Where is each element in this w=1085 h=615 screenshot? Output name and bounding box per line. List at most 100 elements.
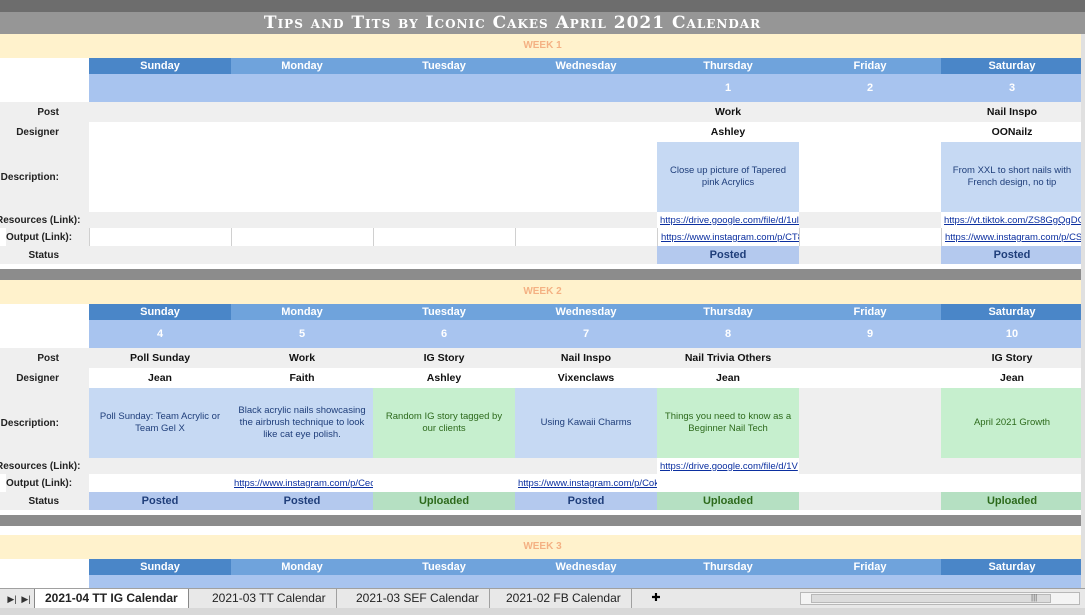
post-cell[interactable] <box>373 102 515 122</box>
post-cell[interactable]: IG Story <box>373 348 515 368</box>
output-cell[interactable] <box>373 474 515 492</box>
status-cell[interactable]: Uploaded <box>657 492 799 510</box>
date-cell[interactable] <box>941 575 1083 588</box>
status-cell[interactable] <box>231 246 373 264</box>
status-cell[interactable] <box>799 246 941 264</box>
output-cell[interactable]: https://www.instagram.com/p/Cok <box>515 474 657 492</box>
resources-cell[interactable]: https://vt.tiktok.com/ZS8GgQgDG <box>941 212 1083 228</box>
date-cell[interactable] <box>231 575 373 588</box>
output-cell[interactable] <box>799 228 941 246</box>
date-cell[interactable]: 6 <box>373 320 515 348</box>
designer-cell[interactable]: Ashley <box>373 368 515 388</box>
date-cell[interactable]: 1 <box>657 74 799 102</box>
resources-cell[interactable] <box>89 458 231 474</box>
designer-cell[interactable]: Vixenclaws <box>515 368 657 388</box>
output-cell[interactable] <box>941 474 1083 492</box>
description-cell[interactable]: From XXL to short nails with French desi… <box>941 142 1083 212</box>
post-cell[interactable] <box>515 102 657 122</box>
description-cell[interactable]: April 2021 Growth <box>941 388 1083 458</box>
output-cell[interactable] <box>799 474 941 492</box>
description-cell[interactable] <box>799 388 941 458</box>
output-cell[interactable]: https://www.instagram.com/p/Cec <box>231 474 373 492</box>
designer-cell[interactable]: OONailz <box>941 122 1083 142</box>
description-cell[interactable] <box>89 142 231 212</box>
output-cell[interactable] <box>89 474 231 492</box>
description-cell[interactable] <box>799 142 941 212</box>
designer-cell[interactable]: Ashley <box>657 122 799 142</box>
date-cell[interactable] <box>515 575 657 588</box>
date-cell[interactable]: 2 <box>799 74 941 102</box>
spreadsheet-grid[interactable]: WEEK 1 Sunday Monday Tuesday Wednesday Thursd… <box>0 34 1085 588</box>
status-cell[interactable]: Uploaded <box>941 492 1083 510</box>
status-cell[interactable] <box>515 246 657 264</box>
date-cell[interactable] <box>373 74 515 102</box>
tab-scroll-first-icon[interactable]: ▶| <box>6 591 18 607</box>
post-cell[interactable] <box>231 102 373 122</box>
date-cell[interactable] <box>231 74 373 102</box>
date-cell[interactable] <box>799 575 941 588</box>
tab-scroll-last-icon[interactable]: ▶| <box>20 591 32 607</box>
post-cell[interactable]: Nail Inspo <box>941 102 1083 122</box>
date-cell[interactable]: 9 <box>799 320 941 348</box>
output-cell[interactable] <box>657 474 799 492</box>
output-cell[interactable]: https://www.instagram.com/p/CT8 <box>657 228 799 246</box>
output-cell[interactable] <box>373 228 515 246</box>
resources-cell[interactable] <box>515 458 657 474</box>
output-cell[interactable] <box>515 228 657 246</box>
date-cell[interactable] <box>89 74 231 102</box>
designer-cell[interactable] <box>799 122 941 142</box>
resources-cell[interactable]: https://drive.google.com/file/d/1V <box>657 458 799 474</box>
description-cell[interactable] <box>515 142 657 212</box>
designer-cell[interactable]: Faith <box>231 368 373 388</box>
description-cell[interactable]: Poll Sunday: Team Acrylic or Team Gel X <box>89 388 231 458</box>
date-cell[interactable] <box>373 575 515 588</box>
designer-cell[interactable] <box>799 368 941 388</box>
status-cell[interactable]: Posted <box>941 246 1083 264</box>
status-cell[interactable]: Posted <box>657 246 799 264</box>
description-cell[interactable]: Things you need to know as a Beginner Na… <box>657 388 799 458</box>
status-cell[interactable]: Posted <box>515 492 657 510</box>
horizontal-scrollbar[interactable]: ||| <box>800 592 1080 605</box>
date-cell[interactable]: 3 <box>941 74 1083 102</box>
description-cell[interactable] <box>231 142 373 212</box>
status-cell[interactable] <box>373 246 515 264</box>
date-cell[interactable]: 10 <box>941 320 1083 348</box>
resources-cell[interactable] <box>799 458 941 474</box>
horizontal-scrollbar-thumb[interactable] <box>811 594 1051 603</box>
resources-cell[interactable] <box>373 212 515 228</box>
sheet-tab[interactable]: 2021-04 TT IG Calendar <box>34 589 189 608</box>
post-cell[interactable] <box>799 348 941 368</box>
designer-cell[interactable] <box>515 122 657 142</box>
status-cell[interactable]: Posted <box>89 492 231 510</box>
output-cell[interactable] <box>89 228 231 246</box>
date-cell[interactable] <box>89 575 231 588</box>
status-cell[interactable] <box>799 492 941 510</box>
designer-cell[interactable] <box>373 122 515 142</box>
sheet-tab[interactable]: 2021-03 TT Calendar <box>202 589 337 608</box>
insert-sheet-icon[interactable]: ✚ <box>646 591 666 606</box>
resources-cell[interactable] <box>231 458 373 474</box>
output-cell[interactable]: https://www.instagram.com/p/CSII <box>941 228 1083 246</box>
post-cell[interactable]: IG Story <box>941 348 1083 368</box>
date-cell[interactable]: 7 <box>515 320 657 348</box>
post-cell[interactable]: Poll Sunday <box>89 348 231 368</box>
resources-cell[interactable] <box>231 212 373 228</box>
status-cell[interactable]: Uploaded <box>373 492 515 510</box>
sheet-tab[interactable]: 2021-03 SEF Calendar <box>346 589 490 608</box>
date-cell[interactable]: 5 <box>231 320 373 348</box>
resources-cell[interactable] <box>941 458 1083 474</box>
description-cell[interactable]: Close up picture of Tapered pink Acrylic… <box>657 142 799 212</box>
post-cell[interactable]: Work <box>657 102 799 122</box>
resources-cell[interactable]: https://drive.google.com/file/d/1ulo <box>657 212 799 228</box>
date-cell[interactable]: 8 <box>657 320 799 348</box>
post-cell[interactable] <box>89 102 231 122</box>
date-cell[interactable] <box>515 74 657 102</box>
designer-cell[interactable] <box>89 122 231 142</box>
resources-cell[interactable] <box>799 212 941 228</box>
post-cell[interactable]: Nail Trivia Others <box>657 348 799 368</box>
designer-cell[interactable] <box>231 122 373 142</box>
date-cell[interactable] <box>657 575 799 588</box>
sheet-tab[interactable]: 2021-02 FB Calendar <box>496 589 632 608</box>
designer-cell[interactable]: Jean <box>657 368 799 388</box>
designer-cell[interactable]: Jean <box>89 368 231 388</box>
